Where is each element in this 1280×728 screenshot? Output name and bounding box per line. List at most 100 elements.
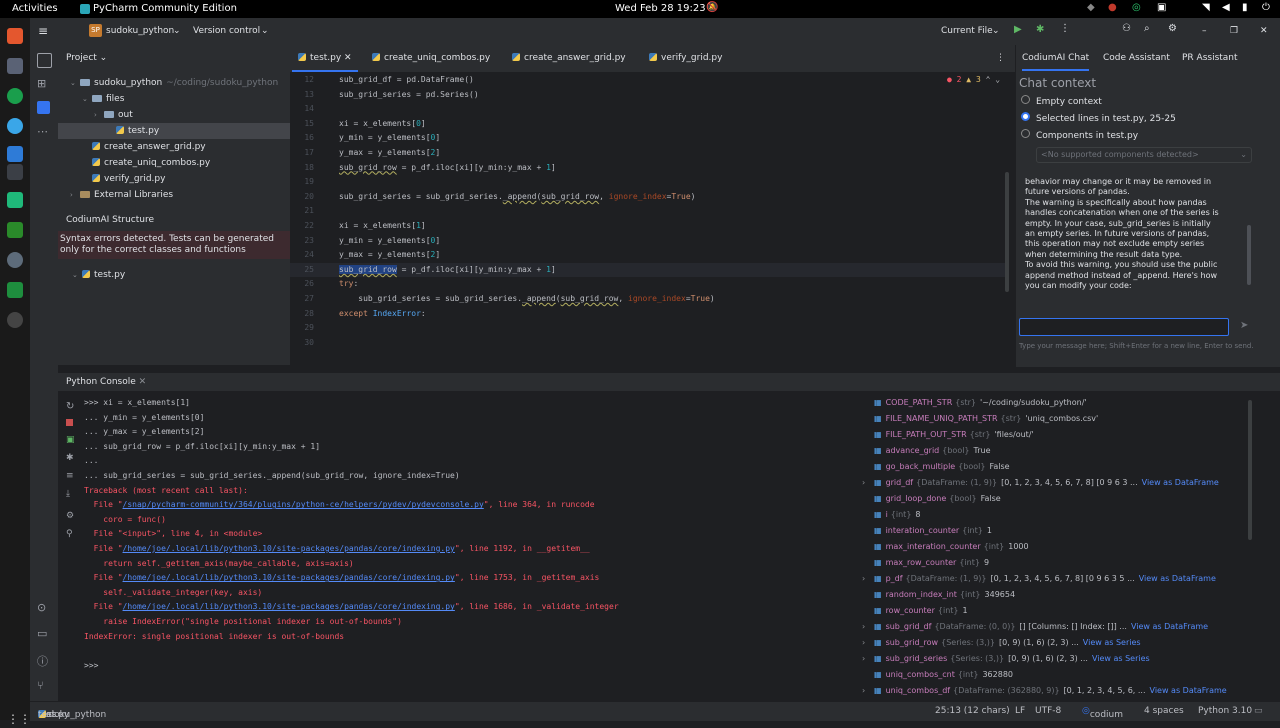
run-icon[interactable]: ▶	[1014, 24, 1022, 35]
code-line[interactable]: 14	[290, 102, 1005, 116]
tree-item[interactable]: create_answer_grid.py	[58, 139, 314, 155]
add-user-icon[interactable]: ⚇	[1122, 23, 1131, 34]
code-icon[interactable]	[7, 164, 23, 180]
variable-row[interactable]: ▦ FILE_PATH_OUT_STR {str}'files/out/'	[862, 427, 1254, 443]
line-separator[interactable]: LF	[1015, 706, 1025, 716]
tab-create-uniq-combos[interactable]: create_uniq_combos.py	[366, 45, 496, 72]
tab-test-py[interactable]: test.py ✕	[292, 45, 358, 72]
code-line[interactable]: 23 y_min = y_elements[0]	[290, 234, 1005, 248]
indent-setting[interactable]: 4 spaces	[1144, 706, 1184, 716]
traceback-file-link[interactable]: /snap/pycharm-community/364/plugins/pyth…	[123, 500, 484, 509]
variables-scrollbar[interactable]	[1248, 400, 1252, 540]
code-text[interactable]: except IndexError:	[339, 307, 426, 321]
code-text[interactable]: try:	[339, 277, 358, 291]
expand-icon[interactable]: ›	[862, 635, 874, 651]
settings-icon[interactable]	[7, 252, 23, 268]
python-console-tab[interactable]: Python Console ✕	[66, 377, 146, 387]
line-number[interactable]: 28	[290, 307, 314, 321]
tab-create-answer-grid[interactable]: create_answer_grid.py	[506, 45, 632, 72]
tree-item[interactable]: › out	[58, 107, 326, 123]
line-number[interactable]: 27	[290, 292, 314, 306]
send-icon[interactable]: ➤	[1240, 320, 1248, 331]
chevron-icon[interactable]: ›	[94, 107, 104, 123]
vscode-icon[interactable]	[7, 146, 23, 162]
tab-codium-chat[interactable]: CodiumAI Chat	[1022, 53, 1090, 71]
traceback-file-link[interactable]: /home/joe/.local/lib/python3.10/site-pac…	[123, 602, 455, 611]
view-as-link[interactable]: View as DataFrame	[1150, 686, 1227, 695]
code-line[interactable]: 28 except IndexError:	[290, 307, 1005, 321]
variable-row[interactable]: ▦ max_row_counter {int} 9	[862, 555, 1254, 571]
variable-row[interactable]: › ▦ sub_grid_series {Series: (3,)} [0, 9) (1…	[862, 651, 1254, 667]
python-console[interactable]: >>> xi = x_elements[1] ... y_min = y_elem…	[58, 391, 858, 691]
gear-icon[interactable]: ⚙	[1168, 23, 1177, 34]
code-line[interactable]: 20 sub_grid_series = sub_grid_series._app…	[290, 190, 1005, 204]
python-packages-icon[interactable]: ⊙	[37, 601, 50, 614]
line-number[interactable]: 22	[290, 219, 314, 233]
debug-icon[interactable]: ✱	[1036, 24, 1044, 35]
spreadsheet-icon[interactable]	[7, 282, 23, 298]
line-number[interactable]: 18	[290, 161, 314, 175]
code-text[interactable]: sub_grid_row = p_df.iloc[xi][y_min:y_max…	[339, 263, 556, 277]
close-icon[interactable]: ✕	[1260, 26, 1268, 36]
radio-selected-lines[interactable]: Selected lines in test.py, 25-25	[1021, 112, 1176, 124]
scroll-end-icon[interactable]: ⤓	[66, 489, 70, 499]
radio-components[interactable]: Components in test.py	[1021, 129, 1138, 141]
variable-row[interactable]: ▦ max_interation_counter {int} 1000	[862, 539, 1254, 555]
app-menu[interactable]: PyCharm Community Edition	[93, 3, 237, 14]
maximize-icon[interactable]: ❐	[1230, 26, 1238, 36]
variable-row[interactable]: ▦ row_counter {int} 1	[862, 603, 1254, 619]
vcs-selector[interactable]: Version control	[193, 26, 260, 36]
code-line[interactable]: 26 try:	[290, 277, 1005, 291]
code-line[interactable]: 15 xi = x_elements[0]	[290, 117, 1005, 131]
code-line[interactable]: 21	[290, 204, 1005, 218]
tray-icon[interactable]: ●	[1108, 2, 1117, 13]
line-number[interactable]: 14	[290, 102, 314, 116]
code-text[interactable]: y_max = y_elements[2]	[339, 146, 440, 160]
view-as-link[interactable]: View as Series	[1083, 638, 1141, 647]
tray-icon[interactable]: ◎	[1132, 2, 1141, 13]
chevron-icon[interactable]: ⌄	[70, 75, 80, 91]
battery-icon[interactable]: ▮	[1242, 2, 1248, 13]
code-text[interactable]: sub_grid_series = sub_grid_series._appen…	[339, 190, 695, 204]
wifi-icon[interactable]: ◥	[1202, 2, 1210, 13]
variable-row[interactable]: ▦ CODE_PATH_STR {str} '~/coding/sudoku_pyth…	[862, 395, 1254, 411]
rerun-icon[interactable]: ↻	[66, 401, 74, 412]
variable-row[interactable]: ▦ advance_grid {bool} True	[862, 443, 1254, 459]
line-number[interactable]: 26	[290, 277, 314, 291]
code-line[interactable]: 13 sub_grid_series = pd.Series()	[290, 88, 1005, 102]
project-tool-icon[interactable]	[37, 53, 52, 68]
brave-icon[interactable]	[7, 28, 23, 44]
run-config-selector[interactable]: Current File	[941, 26, 993, 36]
commit-icon[interactable]: ⋯	[37, 125, 50, 138]
view-as-link[interactable]: View as Series	[1092, 654, 1150, 663]
structure-tool-icon[interactable]: ⊞	[37, 77, 50, 90]
components-dropdown[interactable]: <No supported components detected> ⌄	[1036, 147, 1252, 163]
minimize-icon[interactable]: –	[1202, 26, 1207, 36]
variable-row[interactable]: ▦ i {int} 8	[862, 507, 1254, 523]
code-line[interactable]: 29	[290, 321, 1005, 335]
console-settings-icon[interactable]: ⚙	[66, 511, 74, 521]
code-line[interactable]: 30	[290, 336, 1005, 350]
tab-verify-grid[interactable]: verify_grid.py	[643, 45, 728, 72]
traceback-file-link[interactable]: /home/joe/.local/lib/python3.10/site-pac…	[123, 573, 455, 582]
debug-console-icon[interactable]: ✱	[66, 453, 74, 463]
line-number[interactable]: 16	[290, 131, 314, 145]
code-line[interactable]: 24 y_max = y_elements[2]	[290, 248, 1005, 262]
volume-icon[interactable]: ◀	[1222, 2, 1230, 13]
variable-row[interactable]: › ▦ grid_df {DataFrame: (1, 9)} [0, 1, 2, 3,…	[862, 475, 1254, 491]
chevron-icon[interactable]: ⌄	[82, 91, 92, 107]
code-line[interactable]: 22 xi = x_elements[1]	[290, 219, 1005, 233]
expand-icon[interactable]: ›	[862, 571, 874, 587]
expand-icon[interactable]: ›	[862, 475, 874, 491]
pycharm-icon[interactable]	[7, 192, 23, 208]
file-encoding[interactable]: UTF-8	[1035, 706, 1061, 716]
variable-row[interactable]: › ▦ sub_grid_df {DataFrame: (0, 0)}[] [Colu…	[862, 619, 1254, 635]
radio-empty-context[interactable]: Empty context	[1021, 95, 1102, 107]
tray-icon[interactable]: ◆	[1087, 2, 1095, 13]
tree-item[interactable]: create_uniq_combos.py	[58, 155, 314, 171]
show-apps-icon[interactable]: ⋮⋮	[7, 712, 31, 728]
code-text[interactable]: y_min = y_elements[0]	[339, 131, 440, 145]
code-text[interactable]: y_min = y_elements[0]	[339, 234, 440, 248]
codium-tool-icon[interactable]	[37, 101, 50, 114]
line-number[interactable]: 12	[290, 73, 314, 87]
